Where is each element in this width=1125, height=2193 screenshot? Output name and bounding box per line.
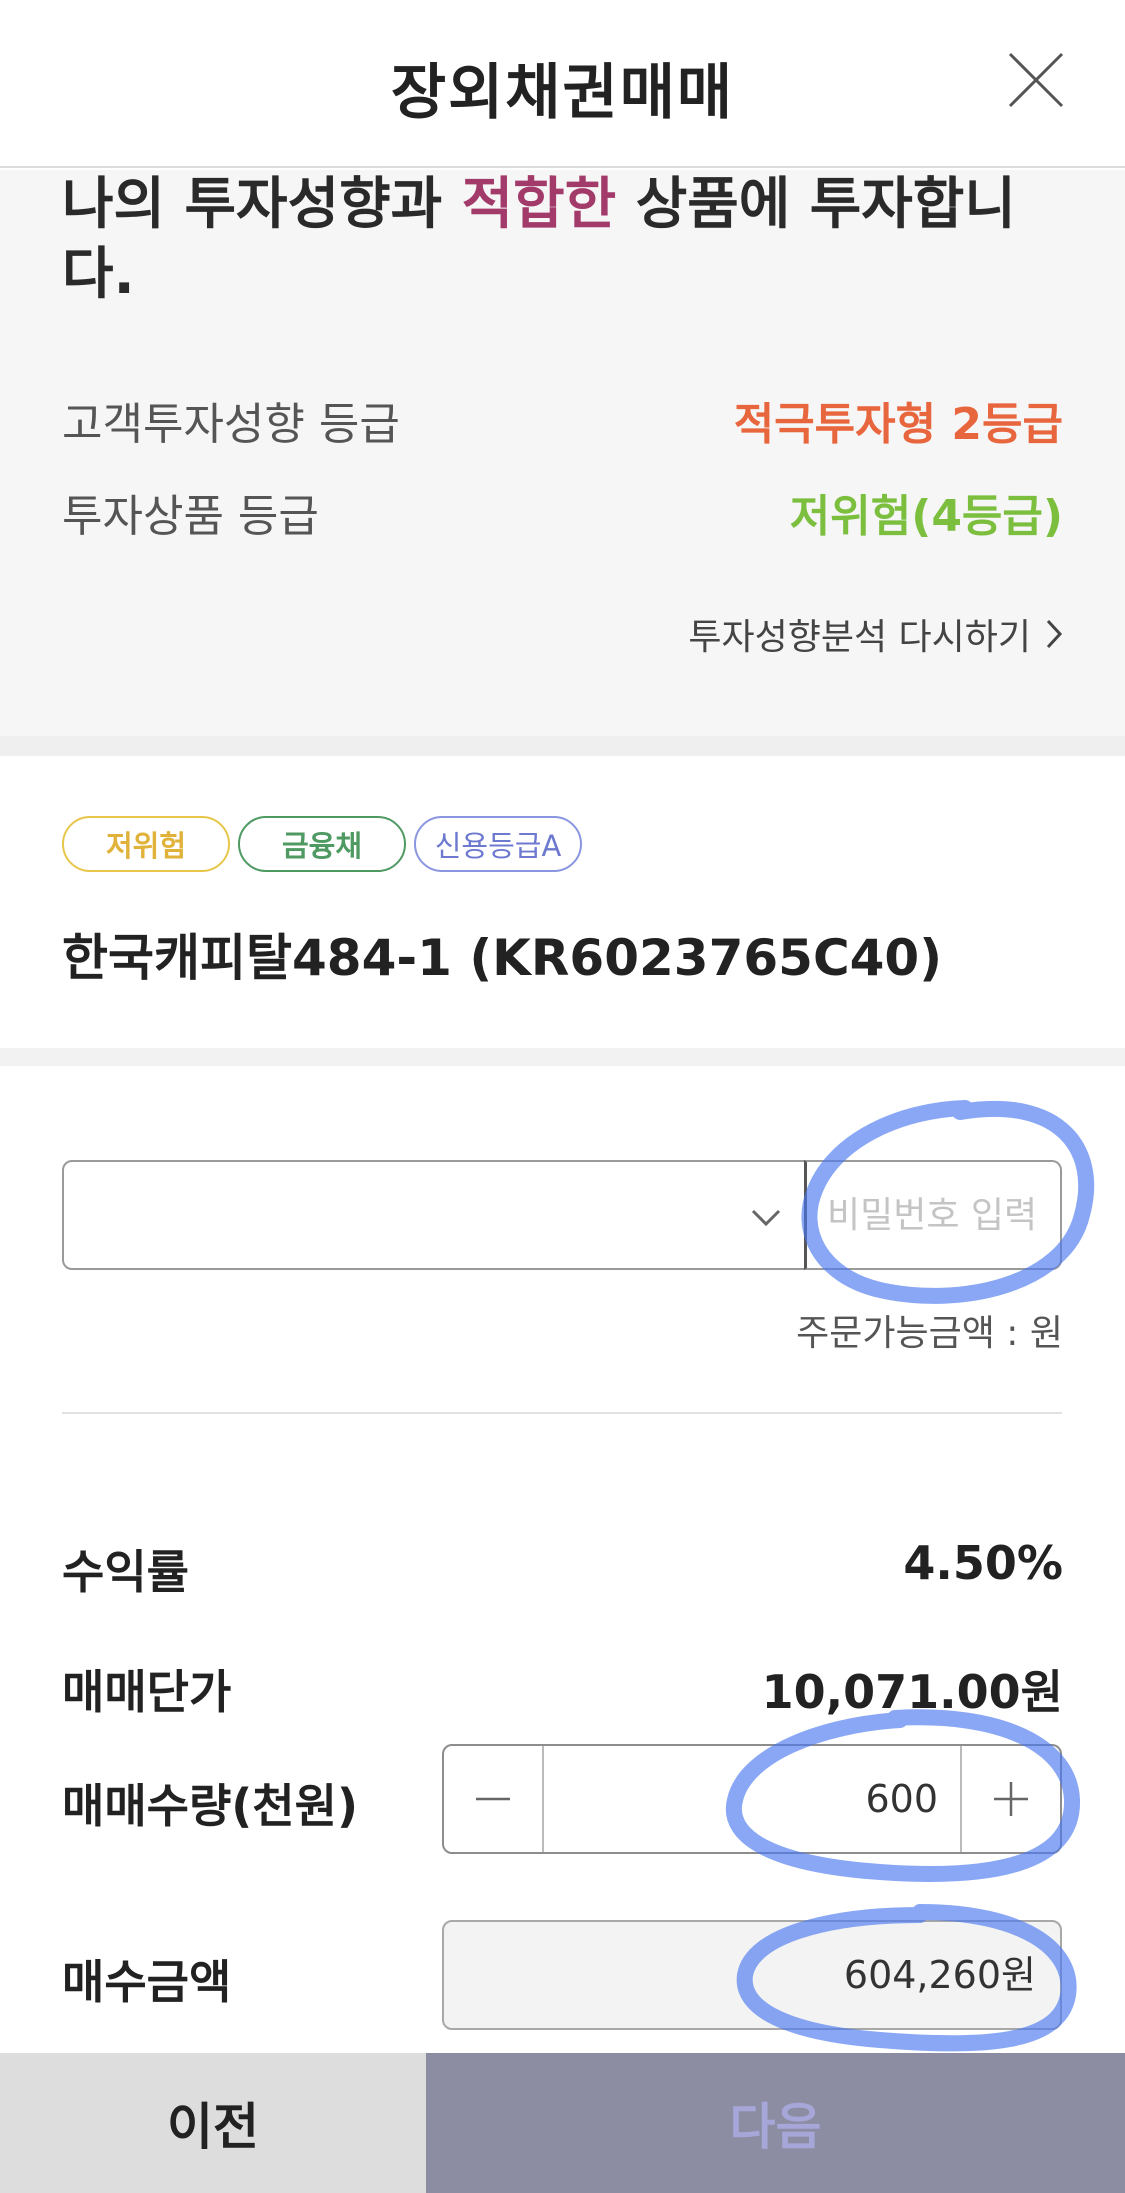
amount-value: 604,260원 <box>442 1920 1062 2030</box>
product-grade-row: 투자상품 등급 저위험(4등급) <box>62 480 1063 542</box>
product-section: 저위험 금융채 신용등급A 한국캐피탈484-1 (KR6023765C40) <box>0 756 1125 1048</box>
decrease-button[interactable] <box>444 1746 544 1852</box>
divider <box>62 1412 1062 1414</box>
customer-grade-label: 고객투자성향 등급 <box>62 399 400 450</box>
close-icon <box>1008 52 1064 108</box>
headline-prefix: 나의 투자성향과 <box>62 172 462 237</box>
risk-badge: 저위험 <box>62 816 230 872</box>
section-divider <box>0 1048 1125 1066</box>
product-name: 한국캐피탈484-1 (KR6023765C40) <box>62 929 943 987</box>
product-badges: 저위험 금융채 신용등급A <box>62 816 582 872</box>
minus-icon <box>476 1797 510 1801</box>
footer-buttons: 이전 다음 <box>0 2053 1125 2193</box>
section-divider <box>0 736 1125 756</box>
quantity-input[interactable] <box>544 1746 962 1852</box>
chevron-right-icon <box>1046 619 1063 649</box>
header-bar: 장외채권매매 <box>0 0 1125 168</box>
price-value: 10,071.00원 <box>761 1665 1063 1719</box>
headline-accent: 적합한 <box>461 172 617 237</box>
close-button[interactable] <box>1006 50 1066 110</box>
customer-grade-value: 적극투자형 2등급 <box>733 399 1063 450</box>
order-section: 주문가능금액 : 원 수익률 4.50% 매매단가 10,071.00원 매매수… <box>0 1066 1125 2066</box>
chevron-down-icon <box>751 1209 781 1227</box>
password-input[interactable] <box>804 1160 1062 1270</box>
bond-type-badge: 금융채 <box>238 816 406 872</box>
quantity-stepper <box>442 1744 1062 1854</box>
suitability-section: 나의 투자성향과 적합한 상품에 투자합니다. 고객투자성향 등급 적극투자형 … <box>0 170 1125 736</box>
quantity-label: 매매수량(천원) <box>62 1779 358 1833</box>
credit-rating-badge: 신용등급A <box>414 816 582 872</box>
available-amount: 주문가능금액 : 원 <box>796 1313 1063 1354</box>
reanalyze-link[interactable]: 투자성향분석 다시하기 <box>688 608 1063 660</box>
suitability-headline: 나의 투자성향과 적합한 상품에 투자합니다. <box>62 170 1072 310</box>
yield-value: 4.50% <box>903 1536 1063 1590</box>
reanalyze-label: 투자성향분석 다시하기 <box>688 617 1031 658</box>
price-label: 매매단가 <box>62 1665 232 1719</box>
next-button[interactable]: 다음 <box>426 2053 1125 2193</box>
prev-button[interactable]: 이전 <box>0 2053 426 2193</box>
yield-row: 수익률 4.50% <box>62 1536 1063 1600</box>
increase-button[interactable] <box>960 1746 1060 1852</box>
plus-icon <box>994 1782 1028 1816</box>
yield-label: 수익률 <box>62 1545 189 1599</box>
account-select[interactable] <box>62 1160 806 1270</box>
amount-label: 매수금액 <box>62 1955 232 2009</box>
customer-grade-row: 고객투자성향 등급 적극투자형 2등급 <box>62 388 1063 450</box>
page-title: 장외채권매매 <box>390 58 735 128</box>
product-grade-value: 저위험(4등급) <box>789 491 1063 542</box>
product-grade-label: 투자상품 등급 <box>62 491 319 542</box>
price-row: 매매단가 10,071.00원 <box>62 1656 1063 1720</box>
